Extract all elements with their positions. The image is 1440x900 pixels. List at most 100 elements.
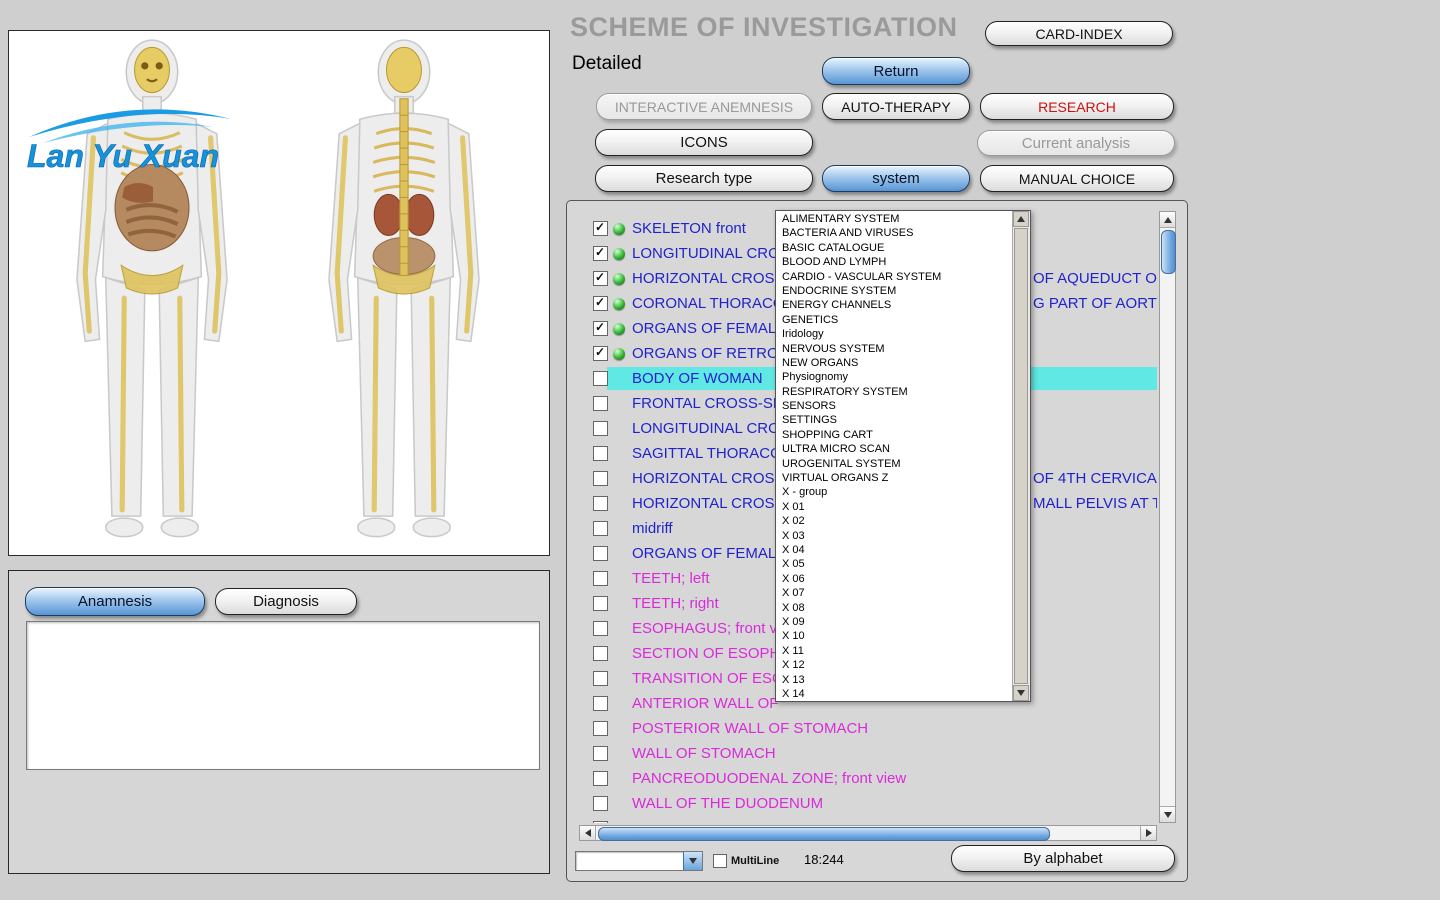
scroll-down-button[interactable] xyxy=(1160,806,1175,822)
item-checkbox[interactable] xyxy=(593,771,608,786)
card-index-button[interactable]: CARD-INDEX xyxy=(985,21,1173,46)
item-checkbox[interactable] xyxy=(593,546,608,561)
anamnesis-tab[interactable]: Anamnesis xyxy=(25,587,205,616)
research-type-button[interactable]: Research type xyxy=(595,165,813,192)
dropdown-item[interactable]: Physiognomy xyxy=(777,370,1012,384)
brand-logo: Lan Yu Xuan xyxy=(23,103,238,181)
arrow-up-icon xyxy=(1017,216,1025,222)
horizontal-scroll-thumb[interactable] xyxy=(598,827,1050,841)
dropdown-item[interactable]: X - group xyxy=(777,485,1012,499)
item-checkbox[interactable] xyxy=(593,246,608,261)
scroll-up-button[interactable] xyxy=(1160,212,1175,228)
dropdown-item[interactable]: NEW ORGANS xyxy=(777,356,1012,370)
dropdown-item[interactable]: X 14 xyxy=(777,687,1012,700)
dropdown-item[interactable]: X 07 xyxy=(777,586,1012,600)
diagnosis-tab[interactable]: Diagnosis xyxy=(215,588,357,615)
item-checkbox[interactable] xyxy=(593,796,608,811)
dropdown-item[interactable]: BACTERIA AND VIRUSES xyxy=(777,226,1012,240)
scroll-right-button[interactable] xyxy=(1140,826,1156,840)
dropdown-item[interactable]: SENSORS xyxy=(777,399,1012,413)
multiline-checkbox[interactable]: MultiLine xyxy=(713,854,779,868)
dropdown-item[interactable]: ENERGY CHANNELS xyxy=(777,298,1012,312)
dropdown-item[interactable]: X 11 xyxy=(777,644,1012,658)
dropdown-item[interactable]: BLOOD AND LYMPH xyxy=(777,255,1012,269)
item-checkbox[interactable] xyxy=(593,721,608,736)
item-checkbox[interactable] xyxy=(593,396,608,411)
return-button[interactable]: Return xyxy=(822,57,970,85)
research-button[interactable]: RESEARCH xyxy=(980,93,1174,120)
dropdown-scroll-up-button[interactable] xyxy=(1013,211,1029,227)
dropdown-item[interactable]: X 06 xyxy=(777,572,1012,586)
icons-button[interactable]: ICONS xyxy=(595,129,813,156)
item-checkbox[interactable] xyxy=(593,821,608,823)
item-checkbox[interactable] xyxy=(593,371,608,386)
dropdown-item[interactable]: X 12 xyxy=(777,658,1012,672)
dropdown-item[interactable]: ALIMENTARY SYSTEM xyxy=(777,212,1012,226)
dropdown-item[interactable]: ENDOCRINE SYSTEM xyxy=(777,284,1012,298)
by-alphabet-button[interactable]: By alphabet xyxy=(951,845,1175,872)
dropdown-item[interactable]: X 13 xyxy=(777,673,1012,687)
vertical-scroll-thumb[interactable] xyxy=(1161,230,1176,274)
manual-choice-button[interactable]: MANUAL CHOICE xyxy=(980,165,1174,192)
auto-therapy-button[interactable]: AUTO-THERAPY xyxy=(822,93,970,120)
anamnesis-textarea[interactable] xyxy=(26,621,540,770)
dropdown-item[interactable]: X 04 xyxy=(777,543,1012,557)
item-label: TRANSITION OF ESOP xyxy=(632,670,794,687)
item-checkbox[interactable] xyxy=(593,321,608,336)
dropdown-item[interactable]: X 03 xyxy=(777,529,1012,543)
dropdown-item[interactable]: ULTRA MICRO SCAN xyxy=(777,442,1012,456)
item-checkbox[interactable] xyxy=(593,596,608,611)
item-checkbox[interactable] xyxy=(593,621,608,636)
system-button[interactable]: system xyxy=(822,165,970,192)
dropdown-item[interactable]: X 08 xyxy=(777,601,1012,615)
list-horizontal-scrollbar[interactable] xyxy=(579,825,1157,841)
dropdown-item[interactable]: SETTINGS xyxy=(777,413,1012,427)
list-item[interactable]: WALL OF THE DUODENUM xyxy=(579,791,1157,816)
item-checkbox[interactable] xyxy=(593,746,608,761)
item-checkbox[interactable] xyxy=(593,471,608,486)
item-checkbox[interactable] xyxy=(593,221,608,236)
list-item[interactable]: WALL OF STOMACH xyxy=(579,741,1157,766)
combobox-input[interactable] xyxy=(577,853,685,871)
arrow-down-icon xyxy=(1017,690,1025,696)
dropdown-scrollbar[interactable] xyxy=(1012,211,1030,701)
item-checkbox[interactable] xyxy=(593,271,608,286)
dropdown-scroll-thumb[interactable] xyxy=(1014,228,1028,684)
dropdown-item[interactable]: VIRTUAL ORGANS Z xyxy=(777,471,1012,485)
dropdown-item[interactable]: X 05 xyxy=(777,557,1012,571)
item-label: ANTERIOR WALL OF xyxy=(632,695,778,712)
dropdown-item[interactable]: X 02 xyxy=(777,514,1012,528)
scroll-left-button[interactable] xyxy=(580,826,596,840)
green-orb-icon xyxy=(613,223,625,235)
item-checkbox[interactable] xyxy=(593,696,608,711)
dropdown-item[interactable]: NERVOUS SYSTEM xyxy=(777,342,1012,356)
dropdown-item[interactable]: X 10 xyxy=(777,629,1012,643)
dropdown-item[interactable]: X 09 xyxy=(777,615,1012,629)
item-checkbox[interactable] xyxy=(593,521,608,536)
item-checkbox[interactable] xyxy=(593,496,608,511)
item-checkbox[interactable] xyxy=(593,446,608,461)
dropdown-item[interactable]: Iridology xyxy=(777,327,1012,341)
item-checkbox[interactable] xyxy=(593,646,608,661)
dropdown-scroll-down-button[interactable] xyxy=(1013,685,1029,701)
list-item[interactable]: POSTERIOR WALL OF STOMACH xyxy=(579,716,1157,741)
footer-combobox[interactable] xyxy=(575,851,703,871)
dropdown-item[interactable]: SHOPPING CART xyxy=(777,428,1012,442)
list-vertical-scrollbar[interactable] xyxy=(1159,211,1176,823)
checkbox-icon[interactable] xyxy=(713,854,727,868)
dropdown-item[interactable]: RESPIRATORY SYSTEM xyxy=(777,385,1012,399)
item-label: ESOPHAGUS; front vie xyxy=(632,620,789,637)
list-item[interactable]: PANCREAS TISSUE xyxy=(579,816,1157,823)
item-checkbox[interactable] xyxy=(593,296,608,311)
dropdown-item[interactable]: X 01 xyxy=(777,500,1012,514)
combobox-dropdown-button[interactable] xyxy=(683,852,702,870)
dropdown-item[interactable]: CARDIO - VASCULAR SYSTEM xyxy=(777,270,1012,284)
item-checkbox[interactable] xyxy=(593,346,608,361)
item-checkbox[interactable] xyxy=(593,571,608,586)
item-checkbox[interactable] xyxy=(593,421,608,436)
dropdown-item[interactable]: GENETICS xyxy=(777,313,1012,327)
item-checkbox[interactable] xyxy=(593,671,608,686)
list-item[interactable]: PANCREODUODENAL ZONE; front view xyxy=(579,766,1157,791)
dropdown-item[interactable]: BASIC CATALOGUE xyxy=(777,241,1012,255)
dropdown-item[interactable]: UROGENITAL SYSTEM xyxy=(777,457,1012,471)
